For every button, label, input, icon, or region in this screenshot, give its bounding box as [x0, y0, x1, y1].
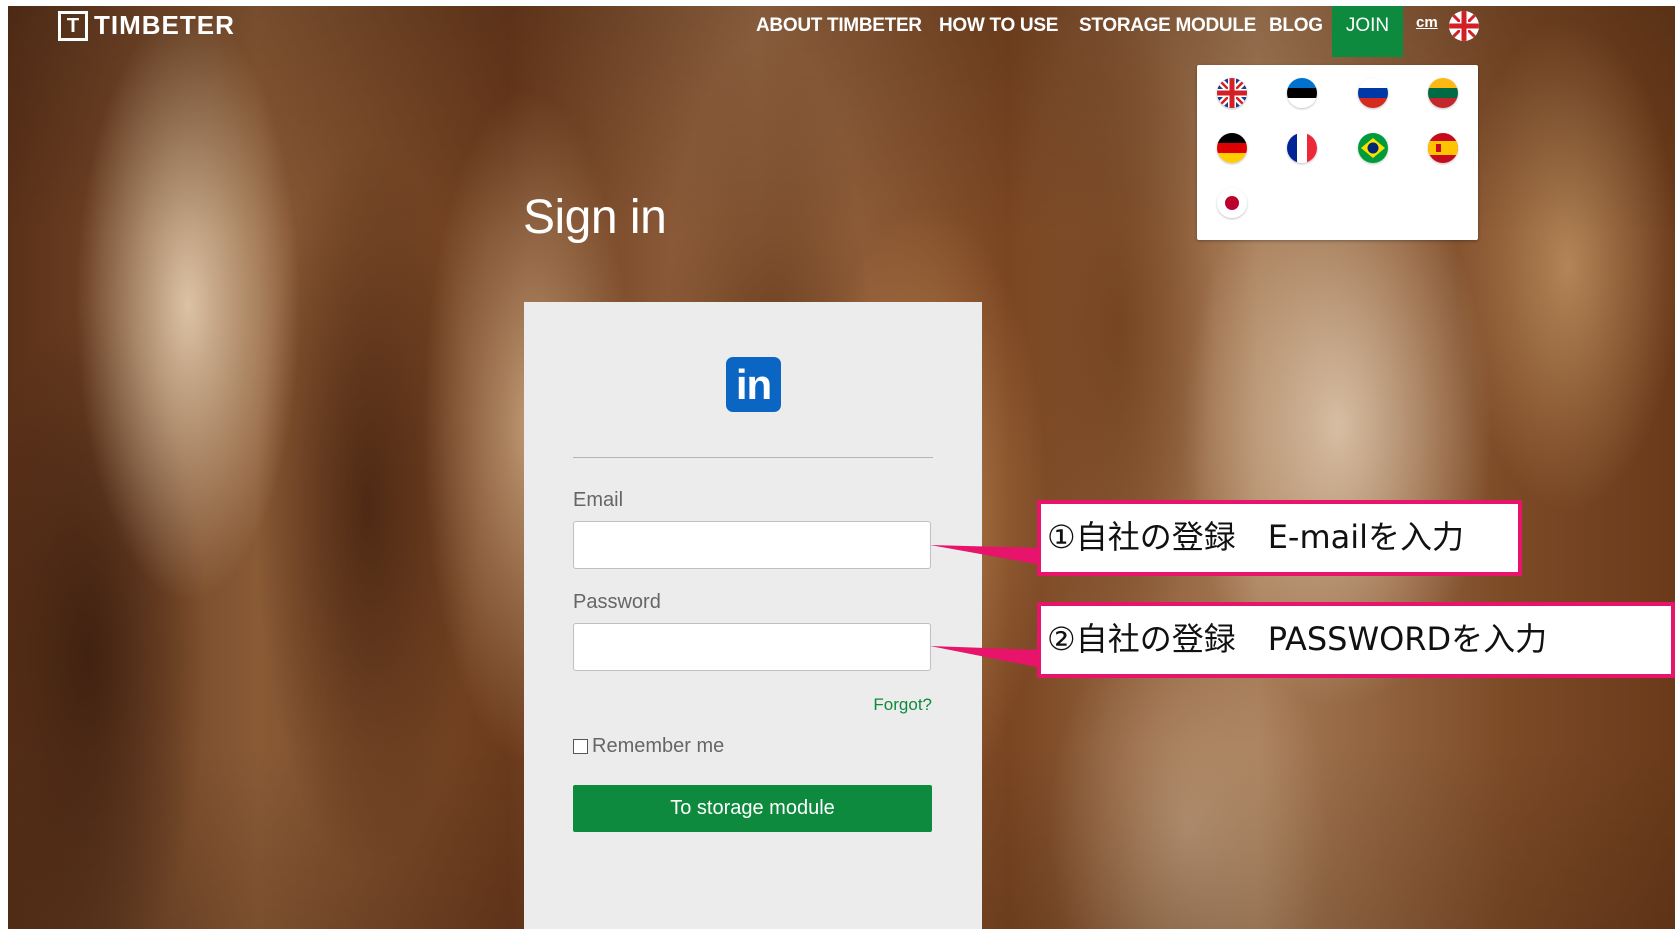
- sign-in-card: in Email Password Forgot? Remember me To…: [524, 302, 982, 929]
- forgot-password-link[interactable]: Forgot?: [873, 695, 932, 715]
- nav-about[interactable]: ABOUT TIMBETER: [756, 6, 922, 56]
- remember-me-checkbox[interactable]: [573, 739, 588, 754]
- email-callout-pointer: [930, 545, 1042, 565]
- nav-blog[interactable]: BLOG: [1269, 6, 1323, 56]
- logo-mark: T: [58, 10, 88, 41]
- germany-flag-icon[interactable]: [1217, 133, 1247, 163]
- nav-how-to-use[interactable]: HOW TO USE: [939, 6, 1058, 56]
- email-input[interactable]: [573, 521, 931, 569]
- nav-storage-module[interactable]: STORAGE MODULE: [1079, 6, 1256, 56]
- password-callout-pointer: [930, 646, 1042, 668]
- remember-me-label: Remember me: [592, 735, 725, 757]
- password-callout: ②自社の登録 PASSWORDを入力: [1037, 602, 1675, 678]
- timbeter-logo[interactable]: T TIMBETER: [58, 10, 235, 41]
- uk-flag-icon[interactable]: [1217, 78, 1247, 108]
- spain-flag-icon[interactable]: [1428, 133, 1458, 163]
- france-flag-icon[interactable]: [1287, 133, 1317, 163]
- lithuania-flag-icon[interactable]: [1428, 78, 1458, 108]
- password-input[interactable]: [573, 623, 931, 671]
- password-label: Password: [573, 591, 661, 613]
- language-dropdown: [1197, 65, 1478, 240]
- estonia-flag-icon[interactable]: [1287, 78, 1317, 108]
- remember-me[interactable]: Remember me: [573, 735, 724, 758]
- to-storage-module-button[interactable]: To storage module: [573, 785, 932, 832]
- email-callout: ①自社の登録 E-mailを入力: [1037, 500, 1522, 576]
- logo-text: TIMBETER: [94, 10, 235, 40]
- uk-flag-icon[interactable]: [1449, 11, 1479, 41]
- russia-flag-icon[interactable]: [1358, 78, 1388, 108]
- page-title: Sign in: [523, 191, 667, 244]
- japan-flag-icon[interactable]: [1217, 188, 1247, 218]
- email-label: Email: [573, 489, 624, 511]
- unit-toggle[interactable]: cm: [1416, 14, 1438, 31]
- callout-pointers: [930, 545, 1042, 668]
- brazil-flag-icon[interactable]: [1358, 133, 1388, 163]
- divider: [573, 457, 933, 458]
- linkedin-icon[interactable]: in: [726, 357, 781, 412]
- join-button[interactable]: JOIN: [1332, 6, 1403, 57]
